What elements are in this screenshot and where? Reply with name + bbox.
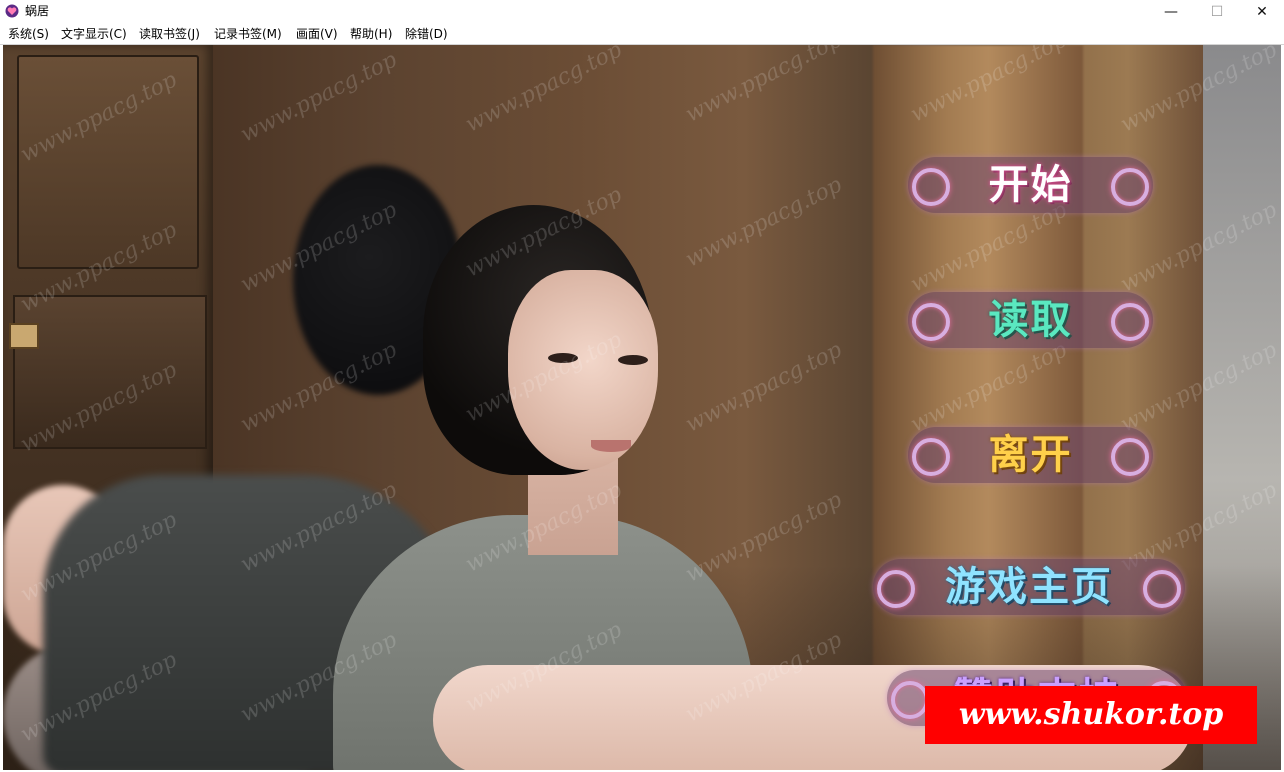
start-label: 开始 <box>988 162 1073 208</box>
menu-bar: 系统(S) 文字显示(C) 读取书签(J) 记录书签(M) 画面(V) 帮助(H… <box>0 24 1284 45</box>
maximize-button[interactable]: ☐ <box>1194 0 1240 24</box>
menu-save-bookmark[interactable]: 记录书签(M) <box>214 26 282 42</box>
window-title: 蜗居 <box>25 4 50 18</box>
watermark: www.ppacg.top <box>681 172 847 273</box>
menu-help[interactable]: 帮助(H) <box>350 26 392 42</box>
exit-button[interactable]: 离开 <box>908 427 1153 483</box>
menu-debug[interactable]: 除错(D) <box>405 26 448 42</box>
watermark: www.ppacg.top <box>681 337 847 438</box>
watermark: www.ppacg.top <box>461 45 627 138</box>
menu-screen[interactable]: 画面(V) <box>296 26 338 42</box>
watermark: www.ppacg.top <box>681 45 847 128</box>
start-button[interactable]: 开始 <box>908 157 1153 213</box>
menu-text-display[interactable]: 文字显示(C) <box>61 26 127 42</box>
banner-text: www.shukor.top <box>958 697 1224 732</box>
exit-label: 离开 <box>988 432 1073 478</box>
watermark: www.ppacg.top <box>236 47 402 148</box>
heart-app-icon <box>5 4 19 18</box>
load-button[interactable]: 读取 <box>908 292 1153 348</box>
menu-load-bookmark[interactable]: 读取书签(J) <box>139 26 200 42</box>
game-title-screen: www.ppacg.top www.ppacg.top www.ppacg.to… <box>3 45 1281 770</box>
title-bar: 蜗居 — ☐ ✕ <box>0 0 1284 24</box>
homepage-button[interactable]: 游戏主页 <box>873 559 1185 615</box>
close-button[interactable]: ✕ <box>1239 0 1284 24</box>
load-label: 读取 <box>988 297 1073 343</box>
menu-system[interactable]: 系统(S) <box>8 26 49 42</box>
site-banner: www.shukor.top <box>925 686 1257 744</box>
minimize-button[interactable]: — <box>1148 0 1194 24</box>
homepage-label: 游戏主页 <box>945 564 1113 610</box>
